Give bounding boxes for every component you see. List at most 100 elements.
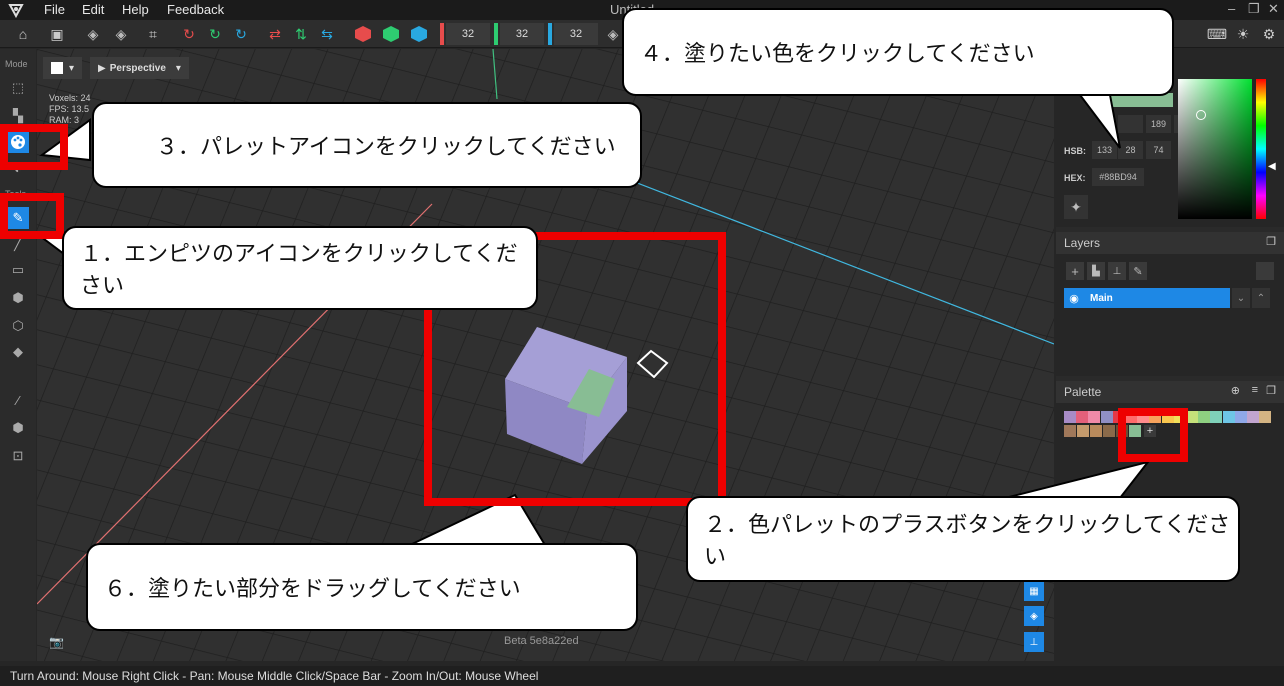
hsb-h-field[interactable]: 133 xyxy=(1092,141,1117,159)
hue-slider[interactable] xyxy=(1256,79,1266,219)
palette-swatch[interactable] xyxy=(1088,411,1101,423)
hex-label: HEX: xyxy=(1064,173,1086,183)
chevron-down-icon: ▾ xyxy=(69,62,75,74)
menu-edit[interactable]: Edit xyxy=(82,2,104,17)
palette-swatch[interactable] xyxy=(1090,425,1102,437)
hex-field[interactable]: #88BD94 xyxy=(1092,168,1144,186)
maximize-icon[interactable]: ❐ xyxy=(1248,1,1260,17)
cube-gray-icon[interactable]: ◈ xyxy=(602,23,624,45)
cube-red-icon[interactable] xyxy=(352,23,374,45)
popout-icon[interactable]: ❐ xyxy=(1266,235,1276,248)
hsb-b-field[interactable]: 74 xyxy=(1146,141,1171,159)
axis-toggle-icon[interactable]: ⊥ xyxy=(1024,632,1044,652)
popout-icon[interactable]: ❐ xyxy=(1266,384,1276,397)
rgb-r-field[interactable] xyxy=(1118,115,1143,133)
palette-swatch[interactable] xyxy=(1064,425,1076,437)
delete-layer-icon[interactable] xyxy=(1256,262,1274,280)
flip-x-icon[interactable]: ⇄ xyxy=(264,23,286,45)
menu-file[interactable]: File xyxy=(44,2,65,17)
projection-select[interactable]: ▶ Perspective ▾ xyxy=(90,57,189,79)
palette-swatch[interactable] xyxy=(1103,425,1115,437)
home-icon[interactable]: ⌂ xyxy=(12,23,34,45)
layer-down-icon[interactable]: ⌄ xyxy=(1232,288,1250,308)
menu-feedback[interactable]: Feedback xyxy=(167,2,224,17)
highlight-add-color xyxy=(1118,408,1188,462)
palette-swatch[interactable] xyxy=(1077,425,1089,437)
fill-tool-icon[interactable]: ◆ xyxy=(7,341,29,363)
rotate-y-icon[interactable]: ↻ xyxy=(204,23,226,45)
select-mode-icon[interactable]: ⬚ xyxy=(7,77,29,99)
x-axis-indicator xyxy=(440,23,444,45)
callout-step-4: ４．塗りたい色をクリックしてください xyxy=(622,8,1174,96)
current-color-swatch xyxy=(51,62,63,74)
palette-swatch[interactable] xyxy=(1259,411,1272,423)
duplicate-layer-icon[interactable]: ▙ xyxy=(1087,262,1105,280)
add-layer-icon[interactable]: + xyxy=(1066,262,1084,280)
cube-green-icon[interactable] xyxy=(380,23,402,45)
palette-swatch[interactable] xyxy=(1210,411,1223,423)
layer-row-main[interactable]: ◉ Main xyxy=(1064,288,1230,308)
settings-icon[interactable]: ⚙ xyxy=(1258,23,1280,45)
saturation-brightness-picker[interactable] xyxy=(1178,79,1252,219)
color-chip[interactable]: ▾ xyxy=(43,57,83,79)
present-tool-icon[interactable]: ⊡ xyxy=(7,445,29,467)
stats-overlay: Voxels: 24 FPS: 13.5 RAM: 3 xyxy=(49,93,91,126)
shape-tool-icon[interactable]: ⬢ xyxy=(7,417,29,439)
palette-header: Palette ⊕ ≡ ❐ xyxy=(1056,381,1284,403)
palette-swatch[interactable] xyxy=(1100,411,1113,423)
size-z-field[interactable]: 32 xyxy=(554,23,598,45)
version-label: Beta 5e8a22ed xyxy=(504,635,579,647)
eyedropper-icon[interactable]: ✦ xyxy=(1064,195,1088,219)
cube-blue-icon[interactable] xyxy=(408,23,430,45)
layers-header: Layers ❐ xyxy=(1056,232,1284,254)
layers-title: Layers xyxy=(1064,236,1101,250)
screenshot-icon[interactable]: 📷 xyxy=(49,635,64,649)
hsb-s-field[interactable]: 28 xyxy=(1118,141,1143,159)
rectangle-tool-icon[interactable]: ▭ xyxy=(7,259,29,281)
grid-toggle-icon[interactable]: ▦ xyxy=(1024,581,1044,601)
palette-swatch[interactable] xyxy=(1064,411,1076,423)
flip-z-icon[interactable]: ⇆ xyxy=(316,23,338,45)
import-icon[interactable]: ◈ xyxy=(82,23,104,45)
save-icon[interactable]: ▣ xyxy=(46,23,68,45)
extrude-tool-icon[interactable]: ⬡ xyxy=(7,315,29,337)
export-icon[interactable]: ◈ xyxy=(110,23,132,45)
fps-readout: FPS: 13.5 xyxy=(49,104,90,114)
size-x-field[interactable]: 32 xyxy=(446,23,490,45)
projection-label: Perspective xyxy=(109,62,166,74)
highlight-pencil-tool xyxy=(0,193,64,239)
crop-icon[interactable]: ⌗ xyxy=(142,23,164,45)
palette-swatch[interactable] xyxy=(1234,411,1247,423)
size-y-field[interactable]: 32 xyxy=(500,23,544,45)
light-icon[interactable]: ☀ xyxy=(1232,23,1254,45)
rotate-z-icon[interactable]: ↻ xyxy=(230,23,252,45)
layer-up-icon[interactable]: ⌃ xyxy=(1252,288,1270,308)
menu-icon[interactable]: ≡ xyxy=(1252,384,1258,396)
eyedropper-tool-icon[interactable]: ⁄ xyxy=(7,389,29,411)
mode-label: Mode xyxy=(5,59,28,69)
keyboard-icon[interactable]: ⌨ xyxy=(1206,23,1228,45)
viewport-toolbar: ▾ ▶ Perspective ▾ xyxy=(43,57,189,79)
flip-y-icon[interactable]: ⇅ xyxy=(290,23,312,45)
menu-help[interactable]: Help xyxy=(122,2,149,17)
chevron-down-icon: ▾ xyxy=(175,62,181,74)
palette-swatch[interactable] xyxy=(1076,411,1089,423)
z-axis-indicator xyxy=(548,23,552,45)
zoom-icon[interactable]: ⊕ xyxy=(1231,384,1240,397)
rename-layer-icon[interactable]: ✎ xyxy=(1129,262,1147,280)
hsb-label: HSB: xyxy=(1064,146,1086,156)
palette-title: Palette xyxy=(1064,385,1102,399)
box-tool-icon[interactable]: ⬢ xyxy=(7,287,29,309)
plane-toggle-icon[interactable]: ◈ xyxy=(1024,606,1044,626)
palette-swatch[interactable] xyxy=(1247,411,1259,423)
rotate-x-icon[interactable]: ↻ xyxy=(178,23,200,45)
picker-cursor[interactable] xyxy=(1196,110,1206,120)
merge-layer-icon[interactable]: ⊥ xyxy=(1108,262,1126,280)
minimize-icon[interactable]: – xyxy=(1228,1,1235,16)
palette-swatch[interactable] xyxy=(1198,411,1211,423)
hue-marker-icon[interactable]: ◀ xyxy=(1268,161,1276,172)
palette-swatch[interactable] xyxy=(1222,411,1235,423)
visibility-eye-icon[interactable]: ◉ xyxy=(1064,292,1084,305)
rgb-g-field[interactable]: 189 xyxy=(1146,115,1171,133)
close-icon[interactable]: ✕ xyxy=(1268,1,1279,17)
